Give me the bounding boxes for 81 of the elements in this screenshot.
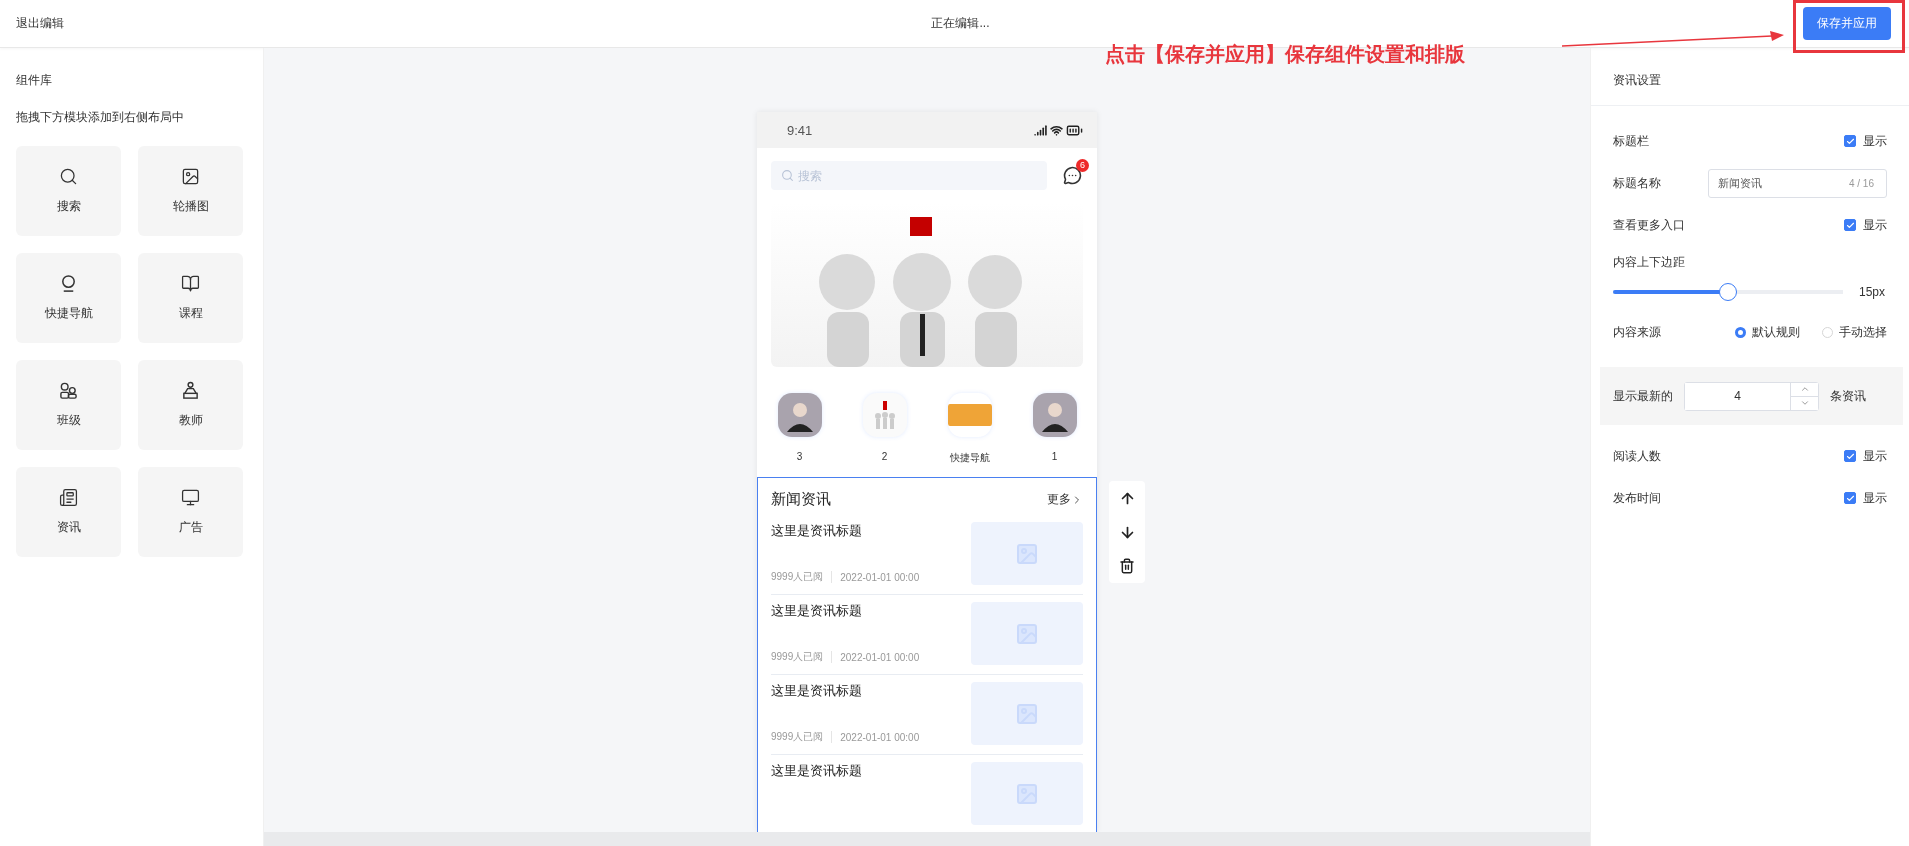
component-card[interactable]: 广告: [138, 467, 243, 557]
setting-label: 内容来源: [1613, 323, 1661, 341]
component-card[interactable]: 搜索: [16, 146, 121, 236]
image-icon: [1015, 621, 1039, 646]
check-icon: [1845, 493, 1855, 503]
news-title: 这里是资讯标题: [771, 602, 863, 620]
chevron-down-icon: [1799, 398, 1810, 408]
component-card[interactable]: 教师: [138, 360, 243, 450]
chat-icon[interactable]: [1062, 166, 1082, 185]
avatar-placeholder[interactable]: [777, 393, 822, 437]
check-icon: [1845, 451, 1855, 461]
news-title: 这里是资讯标题: [771, 522, 863, 540]
signal-icon: [1034, 123, 1047, 137]
people-icon: [59, 381, 78, 400]
search-icon: [59, 167, 78, 186]
image-icon: [1015, 701, 1039, 726]
unit-label: 条资讯: [1830, 387, 1866, 405]
publish-date: 2022-01-01 00:00: [840, 651, 920, 663]
publish-date: 2022-01-01 00:00: [840, 571, 920, 583]
setting-label: 查看更多入口: [1613, 216, 1685, 234]
teacher-icon: [181, 381, 200, 400]
check-icon: [1845, 220, 1855, 230]
component-card[interactable]: 轮播图: [138, 146, 243, 236]
monitor-icon: [181, 488, 200, 507]
message-badge: 6: [1076, 158, 1089, 172]
delete-button[interactable]: [1119, 558, 1135, 574]
title-input-field[interactable]: 新闻资讯 4 / 16: [1708, 168, 1887, 198]
read-count: 9999人已阅: [771, 730, 824, 744]
read-count: 9999人已阅: [771, 570, 824, 584]
component-card[interactable]: 快捷导航: [16, 253, 121, 343]
image-icon: [1015, 541, 1039, 566]
setting-label: 标题栏: [1613, 132, 1649, 150]
image-icon: [1015, 781, 1039, 806]
number-input-field[interactable]: 4: [1684, 381, 1819, 411]
component-card[interactable]: 资讯: [16, 467, 121, 557]
check-icon: [1845, 136, 1855, 146]
exit-edit-link[interactable]: 退出编辑: [16, 15, 316, 32]
status-time: 9:41: [787, 122, 813, 138]
book-icon: [181, 274, 200, 293]
circle-icon: [59, 274, 78, 293]
show-checkbox[interactable]: 显示: [1844, 489, 1887, 507]
setting-label: 标题名称: [1613, 174, 1661, 192]
character-counter: 4 / 16: [1848, 177, 1874, 189]
news-heading: 新闻资讯: [771, 490, 831, 509]
newspaper-icon: [59, 488, 78, 507]
avatar-placeholder[interactable]: [1032, 393, 1077, 437]
component-card[interactable]: 课程: [138, 253, 243, 343]
nav-label: 快捷导航: [949, 451, 990, 465]
setting-label: 显示最新的: [1613, 387, 1673, 405]
editing-status: 正在编辑...: [931, 15, 990, 32]
news-title: 这里是资讯标题: [771, 682, 863, 700]
annotation-text: 点击【保存并应用】保存组件设置和排版: [1105, 42, 1465, 67]
news-title: 这里是资讯标题: [771, 762, 862, 780]
library-title: 组件库: [16, 72, 53, 89]
search-icon: [781, 169, 794, 182]
horizontal-scrollbar[interactable]: [264, 832, 1590, 846]
save-apply-button[interactable]: 保存并应用: [1803, 7, 1891, 40]
news-module[interactable]: 新闻资讯 更多 这里是资讯标题 9999人已阅 2022-01-01 00:00 这里是资讯标题 9999人已阅 2022-01-01 00:00 这里是资讯标题 9999人已阅 2022-01-01 00:00 这里是资讯标题: [757, 477, 1097, 832]
show-checkbox[interactable]: 显示: [1844, 447, 1887, 465]
nav-label: 1: [1051, 451, 1058, 462]
nav-label: 3: [796, 451, 803, 462]
more-link[interactable]: 更多: [1047, 491, 1083, 508]
library-hint: 拖拽下方模块添加到右侧布局中: [16, 109, 185, 126]
card-placeholder[interactable]: [947, 393, 992, 437]
show-checkbox[interactable]: 显示: [1844, 132, 1887, 150]
read-count: 9999人已阅: [771, 650, 824, 664]
setting-label: 内容上下边距: [1613, 255, 1685, 269]
component-card[interactable]: 班级: [16, 360, 121, 450]
setting-label: 发布时间: [1613, 489, 1661, 507]
slider-value: 15px: [1858, 285, 1885, 299]
publish-date: 2022-01-01 00:00: [840, 731, 920, 743]
chevron-up-icon: [1799, 384, 1810, 394]
image-icon: [181, 167, 200, 186]
radio-option[interactable]: 手动选择: [1822, 323, 1887, 341]
settings-title: 资讯设置: [1591, 48, 1909, 106]
slider-handle[interactable]: [1719, 283, 1737, 301]
radio-option[interactable]: 默认规则: [1735, 323, 1800, 341]
nav-label: 2: [881, 451, 888, 462]
show-checkbox[interactable]: 显示: [1844, 216, 1887, 234]
setting-label: 阅读人数: [1613, 447, 1661, 465]
wifi-icon: [1050, 123, 1063, 137]
